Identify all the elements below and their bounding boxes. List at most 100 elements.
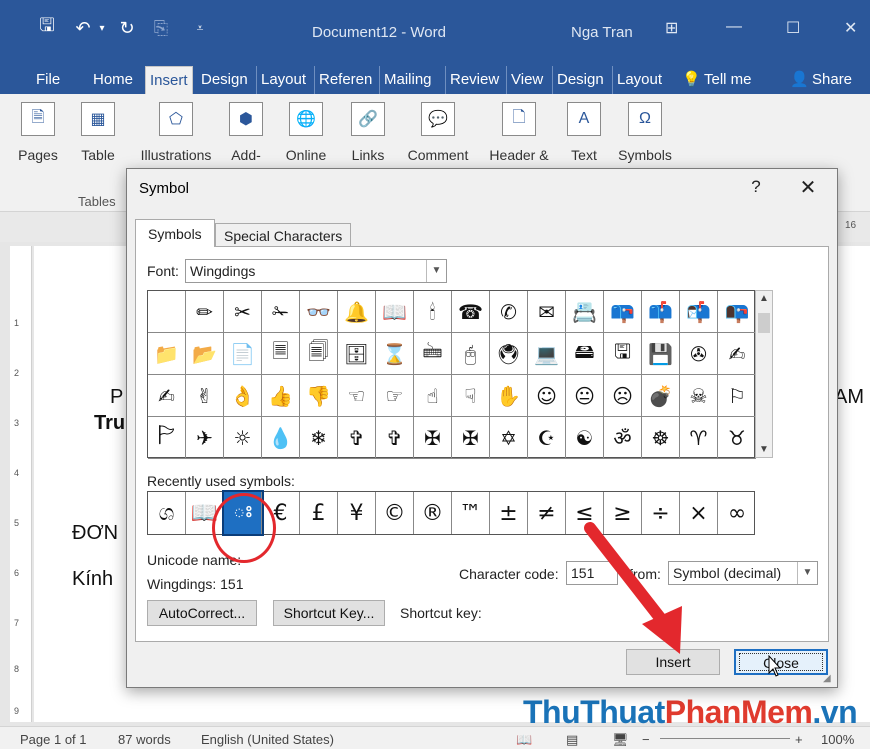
read-mode-icon[interactable]: 📖 [516, 732, 532, 748]
symbol-cell[interactable]: 👌 [224, 375, 262, 417]
symbol-cell[interactable]: ☪ [528, 417, 566, 459]
word-count[interactable]: 87 words [118, 732, 171, 747]
vertical-ruler[interactable]: 1 2 3 4 5 6 7 8 9 [10, 246, 32, 722]
scroll-up-icon[interactable]: ▲ [756, 293, 772, 304]
symbol-cell[interactable]: ⌛ [376, 333, 414, 375]
dialog-close-button[interactable]: ✕ [795, 175, 821, 200]
symbol-cell[interactable]: ☯ [566, 417, 604, 459]
tab-file[interactable]: File [32, 66, 64, 94]
symbol-cell[interactable]: ✁ [262, 291, 300, 333]
symbol-cell[interactable]: ❄ [300, 417, 338, 459]
symbol-cell[interactable]: 📭 [718, 291, 756, 333]
language-indicator[interactable]: English (United States) [201, 732, 334, 747]
font-select[interactable]: Wingdings ▼ [185, 259, 447, 283]
paste-icon[interactable]: ⎘ [150, 14, 172, 42]
tab-review[interactable]: Review [445, 66, 503, 94]
print-layout-icon[interactable]: ▤ [566, 732, 578, 748]
symbol-cell[interactable]: ✌ [186, 375, 224, 417]
symbol-cell[interactable]: 📪 [604, 291, 642, 333]
page-count[interactable]: Page 1 of 1 [20, 732, 87, 747]
recent-symbol-cell[interactable]: ™ [452, 492, 490, 534]
symbol-cell[interactable]: 📂 [186, 333, 224, 375]
table-button[interactable]: ▦ Table [78, 102, 118, 163]
symbol-cell[interactable]: ☺ [528, 375, 566, 417]
comment-button[interactable]: 💬 Comment [402, 102, 474, 163]
recent-symbol-cell[interactable]: © [376, 492, 414, 534]
symbol-cell[interactable]: ☹ [604, 375, 642, 417]
links-button[interactable]: 🔗 Links [346, 102, 390, 163]
symbol-cell[interactable]: ☞ [376, 375, 414, 417]
share-button[interactable]: Share [808, 66, 856, 94]
recent-symbol-cell[interactable]: ® [414, 492, 452, 534]
tab-table-design[interactable]: Design [552, 66, 608, 94]
illustrations-button[interactable]: ⬠ Illustrations [134, 102, 218, 163]
recent-symbol-cell[interactable]: ශ [148, 492, 186, 534]
symbol-cell[interactable]: ♈ [680, 417, 718, 459]
zoom-out-icon[interactable]: − [642, 732, 650, 747]
symbol-cell[interactable]: 🕯 [414, 291, 452, 333]
symbol-cell[interactable]: ✋ [490, 375, 528, 417]
minimize-icon[interactable]: — [726, 18, 742, 36]
recent-symbol-cell[interactable]: ≠ [528, 492, 566, 534]
header-footer-button[interactable]: 🗋 Header & [485, 102, 553, 163]
symbol-cell[interactable]: 📄 [224, 333, 262, 375]
symbol-cell[interactable]: 💻 [528, 333, 566, 375]
symbol-cell[interactable]: 👓 [300, 291, 338, 333]
ribbon-display-icon[interactable]: ⊞ [665, 18, 678, 38]
symbol-grid[interactable]: ✏ ✂ ✁ 👓 🔔 📖 🕯 ☎ ✆ ✉ 📇 📪 📫 📬 📭 📁 📂 📄 🗏 🗐 🗄 ⌛ 🖮 🖰 🖲 💻 🖴 🖫 💾 ✇ ✍ ✍ ✌ 👌 👍 👎 ☜ ☞ ☝ ☟… [147, 290, 756, 459]
symbol-cell[interactable]: ॐ [604, 417, 642, 459]
addins-button[interactable]: ⬢ Add- [226, 102, 266, 163]
scroll-down-icon[interactable]: ▼ [756, 444, 772, 455]
symbol-cell[interactable]: ✈ [186, 417, 224, 459]
symbol-cell[interactable]: 📁 [148, 333, 186, 375]
scrollbar-thumb[interactable] [758, 313, 770, 333]
symbol-cell[interactable]: ✡ [490, 417, 528, 459]
symbol-cell[interactable]: ☎ [452, 291, 490, 333]
symbol-cell[interactable]: 🗄 [338, 333, 376, 375]
symbol-cell[interactable]: 🗏 [262, 333, 300, 375]
text-button[interactable]: A Text [564, 102, 604, 163]
symbol-cell[interactable]: 💾 [642, 333, 680, 375]
help-button[interactable]: ? [744, 177, 768, 197]
tab-insert[interactable]: Insert [145, 66, 193, 94]
symbol-cell[interactable]: ☸ [642, 417, 680, 459]
symbol-cell[interactable]: 📫 [642, 291, 680, 333]
tab-references[interactable]: Referen [314, 66, 376, 94]
symbol-cell[interactable]: ☼ [224, 417, 262, 459]
symbol-cell[interactable]: 🏱 [148, 417, 186, 459]
symbol-cell[interactable]: 👍 [262, 375, 300, 417]
symbol-cell[interactable]: ✠ [414, 417, 452, 459]
undo-dropdown-icon[interactable]: ▾ [96, 14, 108, 42]
save-icon[interactable]: 🖫 [34, 14, 60, 42]
pages-button[interactable]: 🗎 Pages [16, 102, 60, 163]
undo-icon[interactable]: ↶ [72, 14, 94, 42]
chevron-down-icon[interactable]: ▼ [426, 260, 446, 282]
zoom-slider[interactable] [660, 738, 790, 739]
tab-layout[interactable]: Layout [256, 66, 310, 94]
online-video-button[interactable]: 🌐 Online [280, 102, 332, 163]
symbol-cell[interactable]: 📬 [680, 291, 718, 333]
symbol-cell[interactable]: ✠ [452, 417, 490, 459]
chevron-down-icon[interactable]: ▼ [797, 562, 817, 584]
symbol-cell[interactable]: 🗐 [300, 333, 338, 375]
recent-symbol-cell[interactable]: ∞ [718, 492, 756, 534]
symbol-cell[interactable]: 💧 [262, 417, 300, 459]
tab-symbols[interactable]: Symbols [135, 219, 215, 247]
recent-symbol-cell[interactable]: ± [490, 492, 528, 534]
maximize-icon[interactable]: ☐ [786, 18, 800, 38]
symbol-cell[interactable]: 😐 [566, 375, 604, 417]
symbol-cell[interactable]: 🖫 [604, 333, 642, 375]
symbol-cell[interactable]: 💣 [642, 375, 680, 417]
symbols-button[interactable]: Ω Symbols [614, 102, 676, 163]
symbol-cell[interactable]: 🖮 [414, 333, 452, 375]
symbol-cell[interactable]: ☠ [680, 375, 718, 417]
tab-design[interactable]: Design [197, 66, 252, 94]
tab-special-characters[interactable]: Special Characters [215, 223, 351, 247]
recent-symbol-cell[interactable]: ¥ [338, 492, 376, 534]
symbol-grid-scrollbar[interactable]: ▲ ▼ [755, 290, 773, 458]
symbol-cell[interactable]: 📖 [376, 291, 414, 333]
web-layout-icon[interactable]: 🖥 [612, 732, 629, 748]
symbol-cell[interactable]: ✍ [718, 333, 756, 375]
symbol-cell[interactable]: ♉ [718, 417, 756, 459]
symbol-cell[interactable]: ✂ [224, 291, 262, 333]
